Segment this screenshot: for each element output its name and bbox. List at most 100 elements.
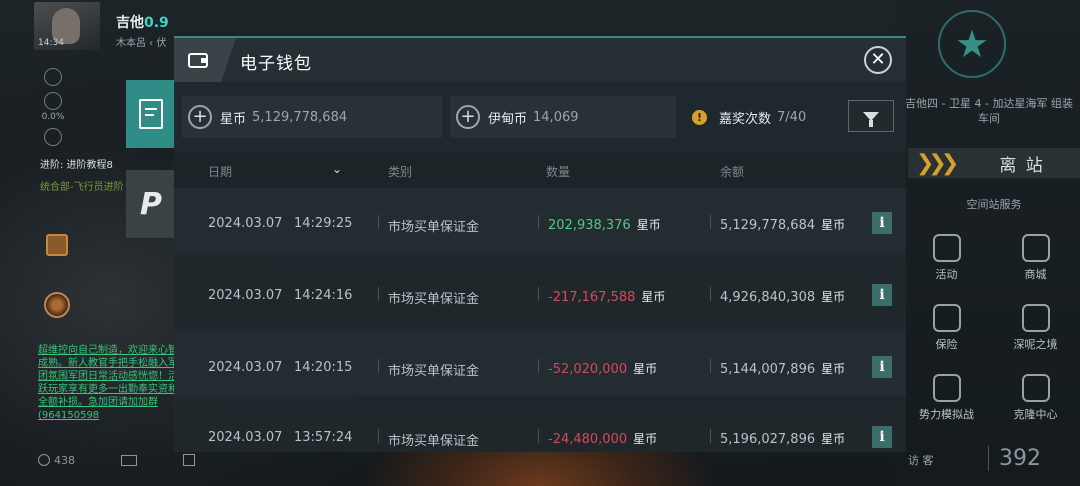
divider xyxy=(538,215,539,229)
undock-button[interactable]: ❯❯❯ 离 站 xyxy=(908,148,1080,178)
signal-icon xyxy=(44,68,62,86)
player-subtitle: 木本呂 ‹ 伏 xyxy=(116,38,167,49)
divider xyxy=(538,359,539,373)
info-icon[interactable]: i xyxy=(872,284,892,306)
row-time: 14:20:15 xyxy=(294,360,353,375)
left-hud: 14:34 0.0% 进阶: 进阶教程8 统合部-飞行员进阶 超维控向自己制造，… xyxy=(0,0,178,486)
service-abyss[interactable]: 深呢之境 xyxy=(991,298,1080,358)
row-category: 市场买单保证金 xyxy=(388,220,480,235)
star-coin-value: 5,129,778,684 xyxy=(252,109,348,125)
services-grid: 活动 商城 保险 深呢之境 势力模拟战 克隆中心 xyxy=(902,228,1080,428)
clock-time: 14:34 xyxy=(38,38,64,48)
table-row: 2024.03.07 13:57:24 市场买单保证金 -24,480,000 星… xyxy=(174,404,906,452)
divider xyxy=(378,287,379,301)
info-icon[interactable]: i xyxy=(872,212,892,234)
star-coin-balance: + 星币 5,129,778,684 xyxy=(182,96,442,138)
row-date: 2024.03.07 xyxy=(208,216,283,231)
table-header: 日期 ⌄ 类别 数量 余额 xyxy=(174,152,906,188)
clock-icon xyxy=(44,92,62,110)
warning-icon[interactable]: ! xyxy=(692,109,707,125)
row-balance: 4,926,840,308 星币 xyxy=(720,288,845,305)
divider xyxy=(378,359,379,373)
row-amount: -217,167,588 星币 xyxy=(548,288,665,305)
player-version: 0.9 xyxy=(144,15,169,31)
abyss-icon xyxy=(1021,304,1050,332)
service-store[interactable]: 商城 xyxy=(991,228,1080,288)
filter-button[interactable] xyxy=(848,100,894,132)
service-clone-center[interactable]: 克隆中心 xyxy=(991,368,1080,428)
balance-unit: 星币 xyxy=(821,218,846,232)
info-icon[interactable]: i xyxy=(872,426,892,448)
task-subtitle: 统合部-飞行员进阶 xyxy=(40,182,124,193)
visitor-count: 392 xyxy=(988,446,1041,471)
row-balance: 5,144,007,896 星币 xyxy=(720,360,845,377)
row-date: 2024.03.07 xyxy=(208,360,283,375)
service-label: 势力模拟战 xyxy=(919,408,974,421)
row-balance: 5,129,778,684 星币 xyxy=(720,216,845,233)
service-label: 活动 xyxy=(935,268,958,281)
row-category: 市场买单保证金 xyxy=(388,364,480,379)
coin-icon[interactable] xyxy=(44,292,70,318)
star-coin-label: 星币 xyxy=(220,111,247,127)
row-amount: -52,020,000 星币 xyxy=(548,360,657,377)
station-location: 吉他四 - 卫星 4 - 加达星海军 组装车间 xyxy=(905,97,1073,125)
chat-box[interactable]: 超维控向自己制造，欢迎来心智成熟。新人教官手把手松融入军团氛围军团日常活动感恍惚… xyxy=(38,344,178,440)
tab-p-currency[interactable]: P xyxy=(126,170,176,238)
undock-label: 离 站 xyxy=(999,155,1045,176)
service-label: 商城 xyxy=(1024,268,1047,281)
info-icon[interactable]: i xyxy=(872,356,892,378)
service-label: 克隆中心 xyxy=(1013,408,1058,421)
faction-emblem-icon: ★ xyxy=(938,10,1006,78)
activity-icon xyxy=(932,234,961,262)
divider xyxy=(710,215,711,229)
divider xyxy=(538,287,539,301)
player-name-text: 吉他 xyxy=(116,15,144,31)
divider xyxy=(378,215,379,229)
reward-value: 7/40 xyxy=(777,109,807,125)
document-icon xyxy=(139,99,163,129)
mail-icon[interactable] xyxy=(121,454,137,466)
wallet-modal: 电子钱包 ✕ + 星币 5,129,778,684 + 伊甸币 14,069 !… xyxy=(174,36,906,452)
service-faction-sim[interactable]: 势力模拟战 xyxy=(902,368,991,428)
row-amount: 202,938,376 星币 xyxy=(548,216,661,233)
insurance-icon xyxy=(932,304,961,332)
task-progress[interactable]: 进阶: 进阶教程8 xyxy=(40,156,113,171)
balance-unit: 星币 xyxy=(821,362,846,376)
close-button[interactable]: ✕ xyxy=(864,46,892,74)
wallet-icon xyxy=(188,52,208,68)
column-balance: 余额 xyxy=(720,165,745,179)
eden-coin-balance: + 伊甸币 14,069 xyxy=(450,96,676,138)
balance-value: 5,196,027,896 xyxy=(720,432,816,447)
row-time: 14:24:16 xyxy=(294,288,353,303)
filter-icon xyxy=(863,111,879,127)
service-insurance[interactable]: 保险 xyxy=(902,298,991,358)
user-icon xyxy=(38,454,50,466)
currency-bar: + 星币 5,129,778,684 + 伊甸币 14,069 ! 嘉奖次数 7… xyxy=(182,96,900,140)
divider xyxy=(538,429,539,443)
gift-icon[interactable] xyxy=(46,234,68,256)
amount-value: -52,020,000 xyxy=(548,362,628,377)
reward-count: ! 嘉奖次数 7/40 xyxy=(684,96,848,138)
add-eden-coin-button[interactable]: + xyxy=(456,105,480,129)
amount-value: -24,480,000 xyxy=(548,432,628,447)
clone-icon xyxy=(1021,374,1050,402)
chevron-down-icon[interactable]: ⌄ xyxy=(332,162,342,176)
tab-wallet-records[interactable] xyxy=(126,80,176,148)
modal-header: 电子钱包 ✕ xyxy=(174,38,906,82)
location-icon[interactable] xyxy=(44,128,62,146)
divider xyxy=(710,429,711,443)
row-time: 14:29:25 xyxy=(294,216,353,231)
column-date: 日期 xyxy=(208,165,233,179)
online-indicator[interactable]: 438 xyxy=(38,454,75,467)
store-icon xyxy=(1021,234,1050,262)
column-amount: 数量 xyxy=(546,165,571,179)
service-label: 保险 xyxy=(935,338,958,351)
row-date: 2024.03.07 xyxy=(208,430,283,445)
add-star-coin-button[interactable]: + xyxy=(188,105,212,129)
reward-label: 嘉奖次数 xyxy=(719,111,772,127)
column-category: 类别 xyxy=(388,165,413,179)
divider xyxy=(710,287,711,301)
chat-filter-icon[interactable] xyxy=(183,454,195,466)
amount-unit: 星币 xyxy=(633,362,658,376)
service-activity[interactable]: 活动 xyxy=(902,228,991,288)
